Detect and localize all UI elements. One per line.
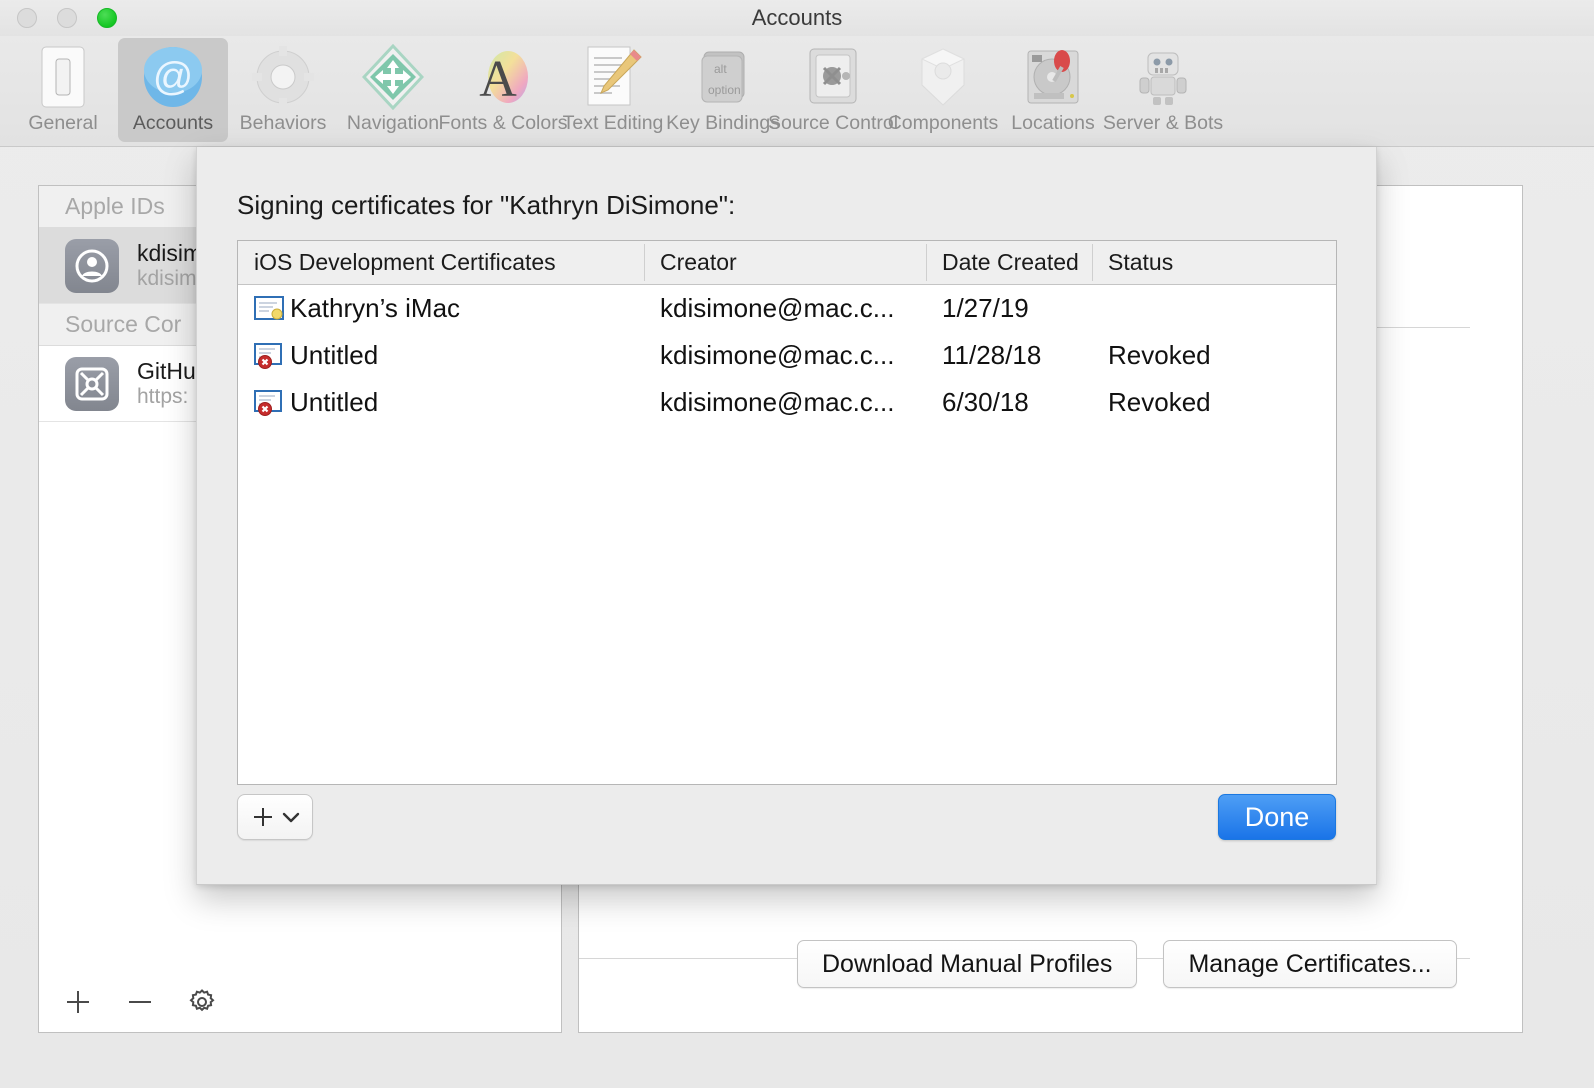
toolbar-item-navigation[interactable]: Navigation <box>338 38 448 142</box>
preferences-toolbar: General @ Accounts Behaviors Navigation … <box>0 36 1594 147</box>
toolbar-item-label: Accounts <box>133 112 213 135</box>
sidebar-item-subtitle: https: <box>137 385 196 409</box>
sheet-footer: Done <box>237 794 1336 846</box>
table-row[interactable]: Kathryn’s iMac kdisimone@mac.c... 1/27/1… <box>238 285 1336 332</box>
svg-text:alt: alt <box>714 62 727 76</box>
cell-date: 11/28/18 <box>926 340 1092 371</box>
certificates-table-header: iOS Development Certificates Creator Dat… <box>238 241 1336 285</box>
column-header-creator[interactable]: Creator <box>644 241 926 284</box>
cell-creator: kdisimone@mac.c... <box>644 387 926 418</box>
toolbar-item-key-bindings[interactable]: alt option Key Bindings <box>668 38 778 142</box>
sidebar-item-title: GitHu <box>137 359 196 385</box>
cell-name-text: Untitled <box>290 340 378 371</box>
sheet-title: Signing certificates for "Kathryn DiSimo… <box>237 190 735 221</box>
toolbar-item-behaviors[interactable]: Behaviors <box>228 38 338 142</box>
hard-drive-icon <box>1022 44 1084 110</box>
sidebar-footer-toolbar <box>39 972 561 1032</box>
column-header-name[interactable]: iOS Development Certificates <box>238 241 644 284</box>
done-button[interactable]: Done <box>1218 794 1336 840</box>
option-key-icon: alt option <box>692 44 754 110</box>
certificates-table[interactable]: iOS Development Certificates Creator Dat… <box>237 240 1337 785</box>
toolbar-item-label: General <box>28 112 97 135</box>
toolbar-item-text-editing[interactable]: Text Editing <box>558 38 668 142</box>
column-header-status[interactable]: Status <box>1092 241 1336 284</box>
chevron-down-icon <box>282 810 300 824</box>
github-icon <box>65 357 119 411</box>
cell-name: Untitled <box>238 387 644 418</box>
cell-status: Revoked <box>1092 387 1336 418</box>
toolbar-item-general[interactable]: General <box>8 38 118 142</box>
document-pencil-icon <box>582 44 644 110</box>
table-row[interactable]: Untitled kdisimone@mac.c... 11/28/18 Rev… <box>238 332 1336 379</box>
svg-text:option: option <box>708 83 741 97</box>
window-title: Accounts <box>0 5 1594 31</box>
add-account-button[interactable] <box>61 985 95 1019</box>
safe-icon <box>802 44 864 110</box>
cell-creator: kdisimone@mac.c... <box>644 293 926 324</box>
cell-name-text: Kathryn’s iMac <box>290 293 460 324</box>
move-arrows-icon <box>362 44 424 110</box>
gear-icon <box>252 44 314 110</box>
detail-action-buttons: Download Manual Profiles Manage Certific… <box>797 940 1457 988</box>
toolbar-item-label: Behaviors <box>240 112 327 135</box>
toolbar-item-accounts[interactable]: @ Accounts <box>118 38 228 142</box>
cell-creator: kdisimone@mac.c... <box>644 340 926 371</box>
table-row[interactable]: Untitled kdisimone@mac.c... 6/30/18 Revo… <box>238 379 1336 426</box>
toolbar-item-label: Key Bindings <box>666 112 780 135</box>
toolbar-item-fonts-colors[interactable]: A Fonts & Colors <box>448 38 558 142</box>
toolbar-item-locations[interactable]: Locations <box>998 38 1108 142</box>
download-manual-profiles-button[interactable]: Download Manual Profiles <box>797 940 1137 988</box>
cell-name: Untitled <box>238 340 644 371</box>
cell-name: Kathryn’s iMac <box>238 293 644 324</box>
at-sign-icon: @ <box>142 44 204 110</box>
toolbar-item-label: Text Editing <box>563 112 664 135</box>
cell-date: 6/30/18 <box>926 387 1092 418</box>
toolbar-item-label: Source Control <box>768 112 898 135</box>
font-color-icon: A <box>472 44 534 110</box>
toolbar-item-server-bots[interactable]: Server & Bots <box>1108 38 1218 142</box>
remove-account-button[interactable] <box>123 985 157 1019</box>
sidebar-item-texts: kdisim kdisim <box>137 241 202 290</box>
sidebar-item-title: kdisim <box>137 241 202 267</box>
signing-certificates-sheet: Signing certificates for "Kathryn DiSimo… <box>196 147 1377 885</box>
toolbar-item-source-control[interactable]: Source Control <box>778 38 888 142</box>
toolbar-item-label: Navigation <box>347 112 439 135</box>
cell-status: Revoked <box>1092 340 1336 371</box>
svg-text:A: A <box>479 51 517 108</box>
certificate-icon <box>254 296 284 322</box>
window-titlebar: Accounts <box>0 0 1594 36</box>
sidebar-item-subtitle: kdisim <box>137 267 202 291</box>
toolbar-item-label: Locations <box>1011 112 1094 135</box>
add-certificate-button[interactable] <box>237 794 313 840</box>
column-header-date[interactable]: Date Created <box>926 241 1092 284</box>
plus-icon <box>251 805 275 829</box>
cell-date: 1/27/19 <box>926 293 1092 324</box>
toolbar-item-label: Components <box>888 112 999 135</box>
manage-certificates-button[interactable]: Manage Certificates... <box>1163 940 1456 988</box>
preferences-window: Accounts General @ Accounts Behaviors <box>0 0 1594 1088</box>
package-icon <box>912 44 974 110</box>
cell-name-text: Untitled <box>290 387 378 418</box>
toolbar-item-components[interactable]: Components <box>888 38 998 142</box>
toolbar-item-label: Fonts & Colors <box>439 112 568 135</box>
switch-icon <box>41 44 85 110</box>
gear-icon[interactable] <box>185 985 219 1019</box>
robot-icon <box>1132 44 1194 110</box>
sidebar-item-texts: GitHu https: <box>137 359 196 408</box>
certificate-revoked-icon <box>254 390 284 416</box>
person-icon <box>65 239 119 293</box>
toolbar-item-label: Server & Bots <box>1103 112 1223 135</box>
svg-text:@: @ <box>153 55 194 99</box>
certificate-revoked-icon <box>254 343 284 369</box>
